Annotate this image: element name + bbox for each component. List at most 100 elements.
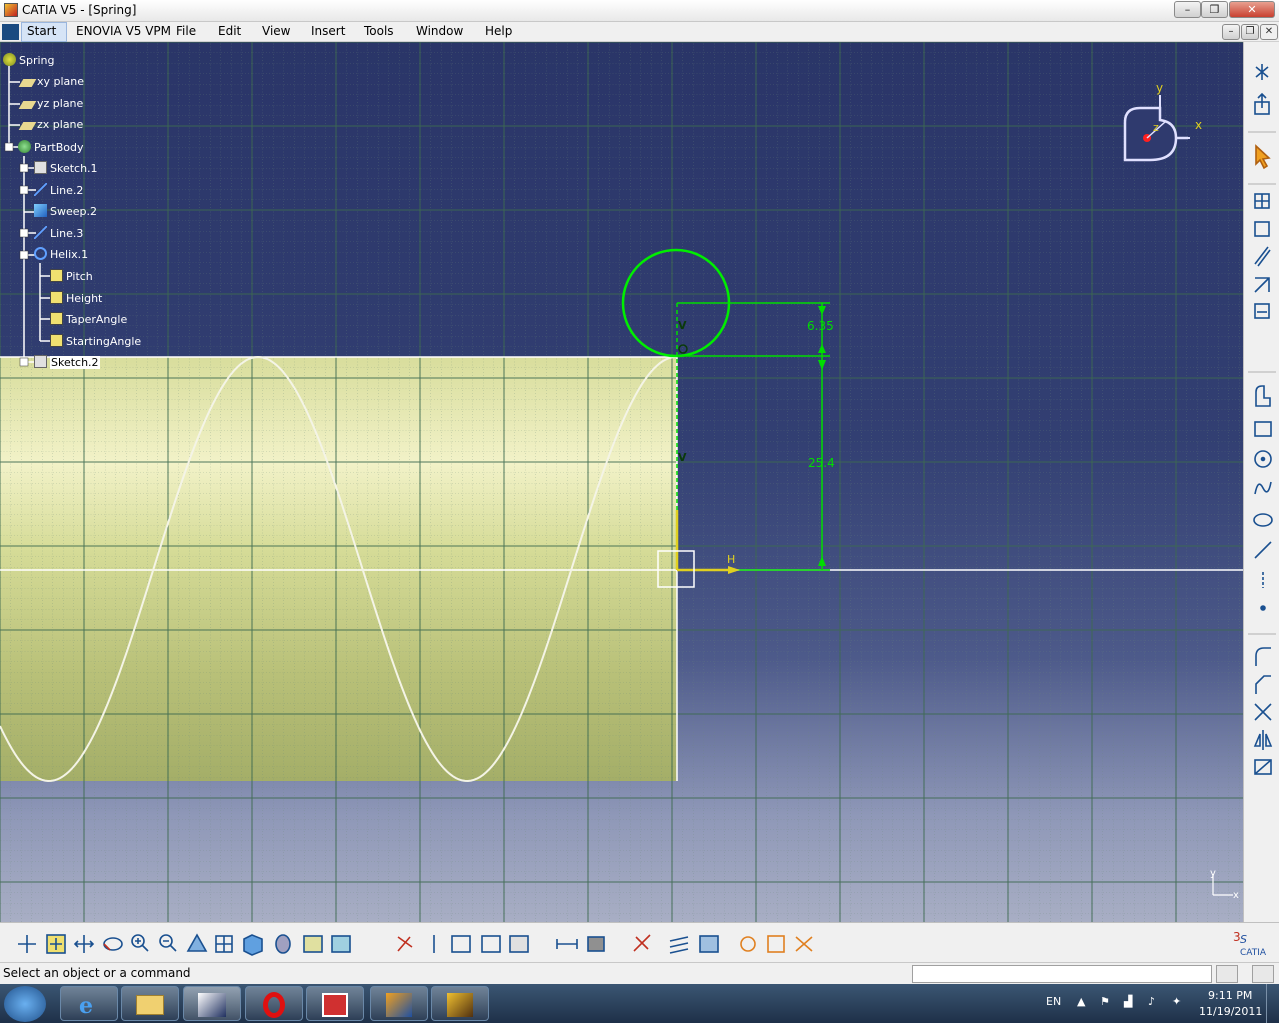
menu-help[interactable]: Help <box>485 24 512 38</box>
circle-icon[interactable] <box>1254 450 1272 468</box>
apply-material-icon[interactable] <box>699 935 719 953</box>
vertical-constraint-1[interactable]: V <box>678 319 687 332</box>
layer-icon[interactable] <box>669 936 689 954</box>
visualization-icon[interactable] <box>481 935 501 953</box>
formula-icon[interactable] <box>795 936 813 952</box>
tree-item-xy-plane[interactable]: xy plane <box>18 75 84 88</box>
power-input-field[interactable] <box>912 965 1212 983</box>
maximize-button[interactable]: ❐ <box>1201 1 1228 18</box>
construction-element-icon[interactable] <box>1254 221 1270 237</box>
vertical-constraint-2[interactable]: V <box>678 451 687 464</box>
doc-minimize-button[interactable]: – <box>1222 24 1240 40</box>
tree-item-helix-1[interactable]: Helix.1 <box>34 247 88 261</box>
swap-visible-icon[interactable] <box>331 935 351 953</box>
zoom-out-icon[interactable] <box>159 934 177 952</box>
close-button[interactable]: ✕ <box>1229 1 1275 18</box>
zoom-in-icon[interactable] <box>131 934 149 952</box>
tree-item-sketch-1[interactable]: Sketch.1 <box>34 161 98 175</box>
language-indicator[interactable]: EN <box>1046 995 1061 1008</box>
tree-item-partbody[interactable]: PartBody <box>18 140 83 154</box>
dropbox-icon[interactable]: ✦ <box>1172 995 1181 1008</box>
minimize-button[interactable]: – <box>1174 1 1201 18</box>
command-stop-button[interactable] <box>1216 965 1238 983</box>
canvas-graphics[interactable]: 6.35 25.4 V V H y z x y x <box>0 42 1243 922</box>
analysis-icon[interactable] <box>1254 303 1270 319</box>
profile-icon[interactable] <box>1255 385 1271 407</box>
taskbar-explorer[interactable] <box>121 986 179 1021</box>
tree-item-pitch[interactable]: Pitch <box>50 269 93 283</box>
hide-show-icon[interactable] <box>303 935 323 953</box>
taskbar-opera[interactable] <box>245 986 303 1021</box>
menu-window[interactable]: Window <box>416 24 463 38</box>
chamfer-icon[interactable] <box>1255 675 1271 694</box>
dimension-tool-icon[interactable] <box>556 939 578 949</box>
knowledge-icon[interactable] <box>767 935 785 953</box>
windows-start-orb[interactable] <box>4 986 46 1022</box>
rectangle-icon[interactable] <box>1254 421 1272 437</box>
tree-item-sweep-2[interactable]: Sweep.2 <box>34 204 97 218</box>
fit-all-icon[interactable] <box>46 934 66 954</box>
network-icon[interactable]: ▟ <box>1124 995 1132 1008</box>
law-icon[interactable] <box>740 936 756 952</box>
command-cancel-button[interactable] <box>1252 965 1274 983</box>
point-icon[interactable] <box>1260 605 1266 611</box>
tree-item-line-3[interactable]: Line.3 <box>34 226 83 240</box>
show-hidden-icons-button[interactable]: ▲ <box>1077 995 1085 1008</box>
fly-mode-icon[interactable] <box>18 935 36 953</box>
menu-view[interactable]: View <box>262 24 290 38</box>
taskbar-catia[interactable] <box>183 986 241 1021</box>
iso-view-icon[interactable] <box>243 934 263 956</box>
menu-tools[interactable]: Tools <box>364 24 394 38</box>
tree-item-height[interactable]: Height <box>50 291 102 305</box>
tree-item-yz-plane[interactable]: yz plane <box>18 97 83 110</box>
doc-restore-button[interactable]: ❐ <box>1241 24 1259 40</box>
ellipse-icon[interactable] <box>1253 513 1273 527</box>
print-icon[interactable] <box>587 936 605 952</box>
project-3d-icon[interactable] <box>1254 759 1272 775</box>
cut-part-icon[interactable] <box>451 935 471 953</box>
tree-item-line-2[interactable]: Line.2 <box>34 183 83 197</box>
menu-enovia[interactable]: ENOVIA V5 VPM <box>76 24 171 38</box>
menu-insert[interactable]: Insert <box>311 24 345 38</box>
dimensional-constraints-icon[interactable] <box>1254 277 1270 293</box>
catia-start-icon[interactable] <box>2 24 19 40</box>
normal-view-icon[interactable] <box>186 933 208 952</box>
trim-icon[interactable] <box>1254 703 1272 721</box>
tree-item-startingangle[interactable]: StartingAngle <box>50 334 141 348</box>
clock-time[interactable]: 9:11 PM <box>1208 989 1252 1002</box>
tree-item-zx-plane[interactable]: zx plane <box>18 118 83 131</box>
sketch-grid-icon[interactable] <box>397 936 413 952</box>
tree-root-spring[interactable]: Spring <box>3 53 55 67</box>
sketch-canvas[interactable]: 6.35 25.4 V V H y z x y x <box>0 42 1243 922</box>
tree-item-sketch-2[interactable]: Sketch.2 <box>34 355 100 369</box>
doc-close-button[interactable]: ✕ <box>1260 24 1278 40</box>
select-icon[interactable] <box>1255 144 1271 170</box>
line-tool-icon[interactable] <box>1254 541 1272 559</box>
action-center-icon[interactable]: ⚑ <box>1100 995 1110 1008</box>
measure-icon[interactable] <box>633 934 651 952</box>
menu-edit[interactable]: Edit <box>218 24 241 38</box>
taskbar-app-red[interactable] <box>306 986 364 1021</box>
3d-element-icon[interactable] <box>509 935 529 953</box>
taskbar-app-winamp[interactable] <box>431 986 489 1021</box>
menu-start[interactable]: Start <box>27 24 56 38</box>
clock-date[interactable]: 11/19/2011 <box>1199 1005 1262 1018</box>
taskbar-app-orange[interactable] <box>370 986 428 1021</box>
dimension-radius-text[interactable]: 6.35 <box>807 319 834 333</box>
mirror-icon[interactable] <box>1253 730 1273 750</box>
dimension-height-text[interactable]: 25.4 <box>808 456 835 470</box>
menu-file[interactable]: File <box>176 24 196 38</box>
rotate-icon[interactable] <box>103 937 123 951</box>
export-icon[interactable] <box>1254 92 1270 115</box>
spline-icon[interactable] <box>1254 481 1272 495</box>
corner-icon[interactable] <box>1255 647 1271 666</box>
tree-item-taperangle[interactable]: TaperAngle <box>50 312 127 326</box>
shading-icon[interactable] <box>275 934 291 954</box>
volume-icon[interactable]: ♪ <box>1148 995 1155 1008</box>
taskbar-internet-explorer[interactable]: e <box>60 986 118 1021</box>
grid-snap-icon[interactable] <box>1254 193 1270 209</box>
geometric-constraints-icon[interactable] <box>1254 246 1271 267</box>
multi-view-icon[interactable] <box>215 935 233 953</box>
exit-workbench-icon[interactable] <box>1255 64 1269 80</box>
show-desktop-button[interactable] <box>1266 984 1279 1023</box>
